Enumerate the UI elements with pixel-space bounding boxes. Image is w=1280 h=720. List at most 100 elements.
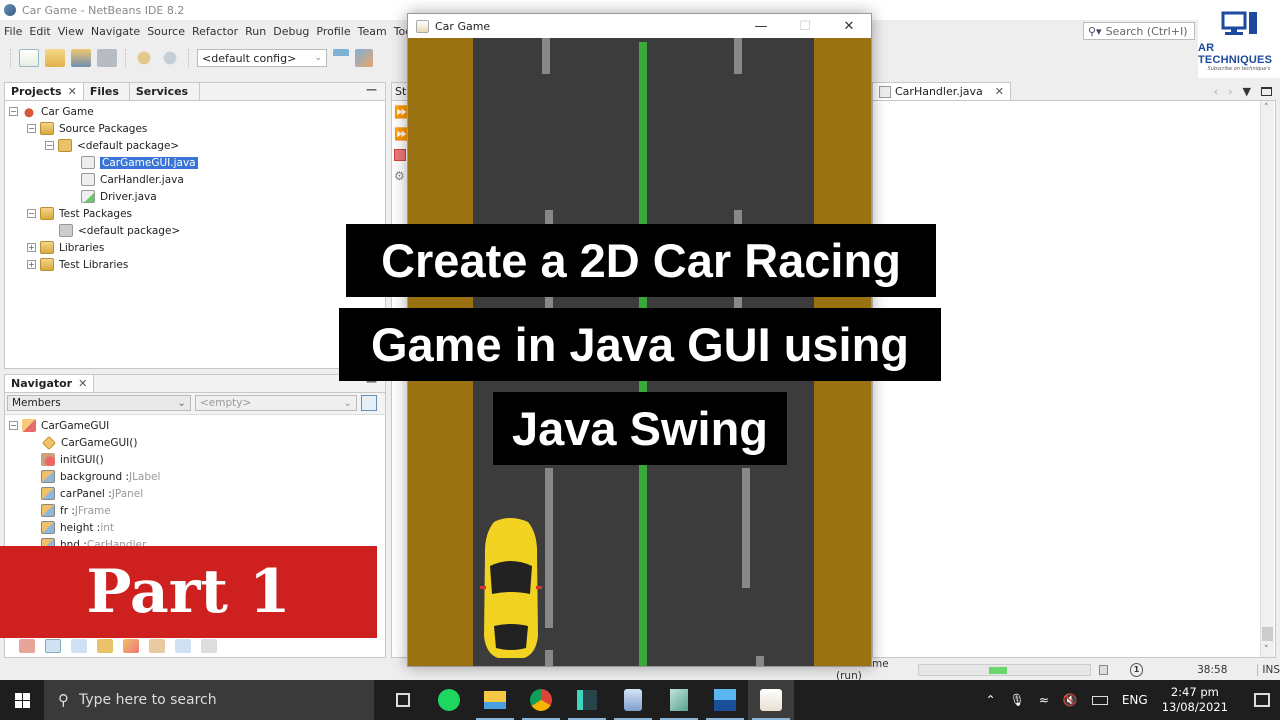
- search-icon: ⚲: [58, 691, 69, 709]
- filter-nonpublic-icon[interactable]: [97, 639, 113, 653]
- scroll-tabs-right-icon[interactable]: ›: [1228, 85, 1232, 98]
- tree-item-libraries[interactable]: + Libraries: [5, 239, 385, 256]
- menu-edit[interactable]: Edit: [29, 25, 50, 38]
- close-icon[interactable]: ✕: [68, 85, 77, 98]
- menu-team[interactable]: Team: [358, 25, 387, 38]
- stop-icon[interactable]: [394, 149, 406, 161]
- member-class-cargamegui[interactable]: − CarGameGUI: [5, 417, 385, 434]
- collapse-icon[interactable]: −: [9, 421, 18, 430]
- language-indicator[interactable]: ENG: [1122, 693, 1148, 707]
- ide-search-input[interactable]: ⚲▾ Search (Ctrl+I): [1083, 22, 1195, 40]
- taskbar-app-notepad[interactable]: [656, 680, 702, 720]
- task-view-button[interactable]: [380, 680, 426, 720]
- expand-icon[interactable]: +: [27, 260, 36, 269]
- filter-inner-classes-icon[interactable]: [123, 639, 139, 653]
- sort-by-source-icon[interactable]: [201, 639, 217, 653]
- menu-run[interactable]: Run: [245, 25, 266, 38]
- vertical-scrollbar[interactable]: ˄ ˅: [1260, 101, 1274, 657]
- member-field[interactable]: fr : JFrame: [5, 502, 385, 519]
- notifications-badge[interactable]: 1: [1129, 663, 1144, 677]
- taskbar-search-box[interactable]: ⚲ Type here to search: [44, 680, 374, 720]
- tree-item-driver-java[interactable]: Driver.java: [5, 188, 385, 205]
- show-opened-documents-icon[interactable]: ▼: [1243, 85, 1251, 98]
- menu-profile[interactable]: Profile: [316, 25, 350, 38]
- open-project-icon[interactable]: [71, 49, 91, 67]
- action-center-icon[interactable]: [1254, 693, 1270, 707]
- filter-fqn-icon[interactable]: [149, 639, 165, 653]
- show-hidden-icons-icon[interactable]: ⌃: [986, 693, 996, 707]
- taskbar-app-file-explorer[interactable]: [472, 680, 518, 720]
- menu-view[interactable]: View: [58, 25, 84, 38]
- tree-item-default-package[interactable]: − <default package>: [5, 137, 385, 154]
- sort-by-name-icon[interactable]: [175, 639, 191, 653]
- minimize-panel-button[interactable]: —: [358, 83, 385, 100]
- collapse-icon[interactable]: −: [27, 124, 36, 133]
- collapse-icon[interactable]: −: [9, 107, 18, 116]
- start-button[interactable]: [0, 680, 44, 720]
- expand-icon[interactable]: +: [27, 243, 36, 252]
- menu-source[interactable]: Source: [147, 25, 185, 38]
- tab-navigator[interactable]: Navigator ✕: [5, 375, 95, 392]
- scroll-up-icon[interactable]: ˄: [1264, 103, 1269, 113]
- menu-file[interactable]: File: [4, 25, 22, 38]
- navigator-layout-icon[interactable]: [361, 395, 377, 411]
- wifi-icon[interactable]: ≈: [1039, 693, 1049, 707]
- configuration-select[interactable]: <default config> ⌄: [197, 49, 327, 67]
- battery-icon[interactable]: [1091, 695, 1108, 705]
- collapse-icon[interactable]: −: [27, 209, 36, 218]
- clean-build-icon[interactable]: [355, 49, 373, 67]
- menu-refactor[interactable]: Refactor: [192, 25, 238, 38]
- close-icon[interactable]: ✕: [995, 85, 1004, 98]
- filter-inherited-icon[interactable]: [19, 639, 35, 653]
- scroll-tabs-left-icon[interactable]: ‹: [1214, 85, 1218, 98]
- close-button[interactable]: ✕: [827, 19, 871, 34]
- cancel-task-icon[interactable]: [1098, 665, 1108, 675]
- collapse-icon[interactable]: −: [45, 141, 54, 150]
- minimize-button[interactable]: —: [739, 19, 783, 34]
- member-initgui[interactable]: initGUI(): [5, 451, 385, 468]
- scroll-down-icon[interactable]: ˅: [1264, 645, 1269, 655]
- tab-files[interactable]: Files: [84, 83, 130, 100]
- tree-item-test-packages[interactable]: − Test Packages: [5, 205, 385, 222]
- redo-icon[interactable]: [160, 49, 180, 67]
- tree-item-source-packages[interactable]: − Source Packages: [5, 120, 385, 137]
- tab-services[interactable]: Services: [130, 83, 200, 100]
- microphone-icon[interactable]: 🎙: [1010, 693, 1025, 707]
- chrome-icon: [530, 689, 552, 711]
- menu-debug[interactable]: Debug: [273, 25, 309, 38]
- member-constructor[interactable]: CarGameGUI(): [5, 434, 385, 451]
- new-file-icon[interactable]: [19, 49, 39, 67]
- rerun-icon[interactable]: ⏩: [394, 105, 409, 119]
- taskbar-app-chrome[interactable]: [518, 680, 564, 720]
- rerun-with-params-icon[interactable]: ⏩: [394, 127, 409, 141]
- taskbar-app-virtualbox[interactable]: [610, 680, 656, 720]
- taskbar-app-java[interactable]: [748, 680, 794, 720]
- tree-item-test-default-package[interactable]: <default package>: [5, 222, 385, 239]
- tree-item-cargamegui-java[interactable]: CarGameGUI.java: [5, 154, 385, 171]
- scrollbar-thumb[interactable]: [1262, 627, 1273, 641]
- save-all-icon[interactable]: [97, 49, 117, 67]
- tree-item-car-game[interactable]: − Car Game: [5, 103, 385, 120]
- tree-item-test-libraries[interactable]: + Test Libraries: [5, 256, 385, 273]
- volume-muted-icon[interactable]: 🔇: [1063, 693, 1078, 707]
- build-hammer-icon[interactable]: [333, 49, 349, 67]
- tab-projects[interactable]: Projects ✕: [5, 83, 84, 100]
- settings-icon[interactable]: ⚙: [394, 169, 408, 183]
- taskbar-app-spotify[interactable]: [426, 680, 472, 720]
- editor-tab-carhandler[interactable]: CarHandler.java ✕: [872, 82, 1012, 100]
- member-field[interactable]: height : int: [5, 519, 385, 536]
- member-field[interactable]: carPanel : JPanel: [5, 485, 385, 502]
- filter-static-icon[interactable]: [71, 639, 87, 653]
- system-clock[interactable]: 2:47 pm 13/08/2021: [1162, 685, 1228, 715]
- filter-fields-icon[interactable]: [45, 639, 61, 653]
- tree-item-carhandler-java[interactable]: CarHandler.java: [5, 171, 385, 188]
- taskbar-app-photos[interactable]: [702, 680, 748, 720]
- undo-icon[interactable]: [134, 49, 154, 67]
- member-field[interactable]: background : JLabel: [5, 468, 385, 485]
- members-select[interactable]: Members ⌄: [7, 395, 191, 411]
- maximize-window-icon[interactable]: [1261, 86, 1272, 96]
- menu-navigate[interactable]: Navigate: [91, 25, 140, 38]
- close-icon[interactable]: ✕: [78, 377, 87, 390]
- new-project-icon[interactable]: [45, 49, 65, 67]
- taskbar-app-filmora[interactable]: [564, 680, 610, 720]
